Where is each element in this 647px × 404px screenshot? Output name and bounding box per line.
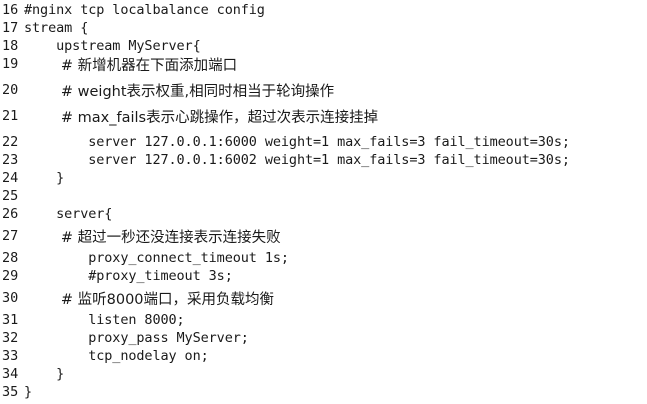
code-text: } (24, 366, 65, 382)
code-line: 27 # 超过一秒还没连接表示连接失败 (0, 227, 647, 246)
code-line: 32 proxy_pass MyServer; (0, 329, 647, 347)
line-number: 16 (2, 2, 19, 18)
code-line: 29 #proxy_timeout 3s; (0, 267, 647, 285)
line-number: 35 (2, 384, 19, 400)
code-text: # 超过一秒还没连接表示连接失败 (24, 229, 281, 246)
code-text: # weight表示权重,相同时相当于轮询操作 (24, 83, 335, 100)
code-line: 26 server{ (0, 205, 647, 223)
code-line: 18 upstream MyServer{ (0, 37, 647, 55)
line-number: 28 (2, 250, 19, 266)
line-number: 21 (2, 108, 19, 124)
code-line: 25 (0, 187, 647, 205)
line-number: 26 (2, 206, 19, 222)
code-line: 31 listen 8000; (0, 311, 647, 329)
code-text: listen 8000; (24, 312, 185, 328)
line-number: 34 (2, 366, 19, 382)
code-text: #proxy_timeout 3s; (24, 268, 233, 284)
line-number: 18 (2, 38, 19, 54)
code-line: 23 server 127.0.0.1:6002 weight=1 max_fa… (0, 151, 647, 169)
line-number: 17 (2, 20, 19, 36)
code-text: proxy_connect_timeout 1s; (24, 250, 289, 266)
code-text: tcp_nodelay on; (24, 348, 209, 364)
line-number: 30 (2, 290, 19, 306)
code-text: # 监听8000端口，采用负载均衡 (24, 291, 275, 308)
line-number: 33 (2, 348, 19, 364)
code-line: 30 # 监听8000端口，采用负载均衡 (0, 289, 647, 308)
line-number: 29 (2, 268, 19, 284)
code-line: 17 stream { (0, 19, 647, 37)
code-line: 35} (0, 383, 647, 401)
line-number: 32 (2, 330, 19, 346)
code-text: #nginx tcp localbalance config (24, 2, 265, 18)
code-line: 19 # 新增机器在下面添加端口 (0, 55, 647, 74)
code-editor[interactable]: 16 #nginx tcp localbalance config 17 stream… (0, 0, 647, 404)
code-text: server 127.0.0.1:6000 weight=1 max_fails… (24, 134, 570, 150)
line-number: 31 (2, 312, 19, 328)
code-line: 34 } (0, 365, 647, 383)
code-line: 21 # max_fails表示心跳操作，超过次表示连接挂掉 (0, 107, 647, 126)
code-line: 33 tcp_nodelay on; (0, 347, 647, 365)
code-line: 28 proxy_connect_timeout 1s; (0, 249, 647, 267)
line-number: 22 (2, 134, 19, 150)
line-number: 19 (2, 56, 19, 72)
code-line: 22 server 127.0.0.1:6000 weight=1 max_fa… (0, 133, 647, 151)
code-text: } (24, 170, 65, 186)
code-text: proxy_pass MyServer; (24, 330, 249, 346)
code-text: } (24, 384, 33, 400)
code-text: # max_fails表示心跳操作，超过次表示连接挂掉 (24, 109, 379, 126)
line-number: 27 (2, 228, 19, 244)
line-number: 20 (2, 82, 19, 98)
code-line: 16 #nginx tcp localbalance config (0, 1, 647, 19)
code-line: 24 } (0, 169, 647, 187)
line-number: 25 (2, 188, 19, 204)
code-text: upstream MyServer{ (24, 38, 201, 54)
line-number: 23 (2, 152, 19, 168)
code-text: # 新增机器在下面添加端口 (24, 57, 238, 74)
code-text: stream { (24, 20, 89, 36)
code-line: 20 # weight表示权重,相同时相当于轮询操作 (0, 81, 647, 100)
code-text: server{ (24, 206, 113, 222)
code-text: server 127.0.0.1:6002 weight=1 max_fails… (24, 152, 570, 168)
line-number: 24 (2, 170, 19, 186)
